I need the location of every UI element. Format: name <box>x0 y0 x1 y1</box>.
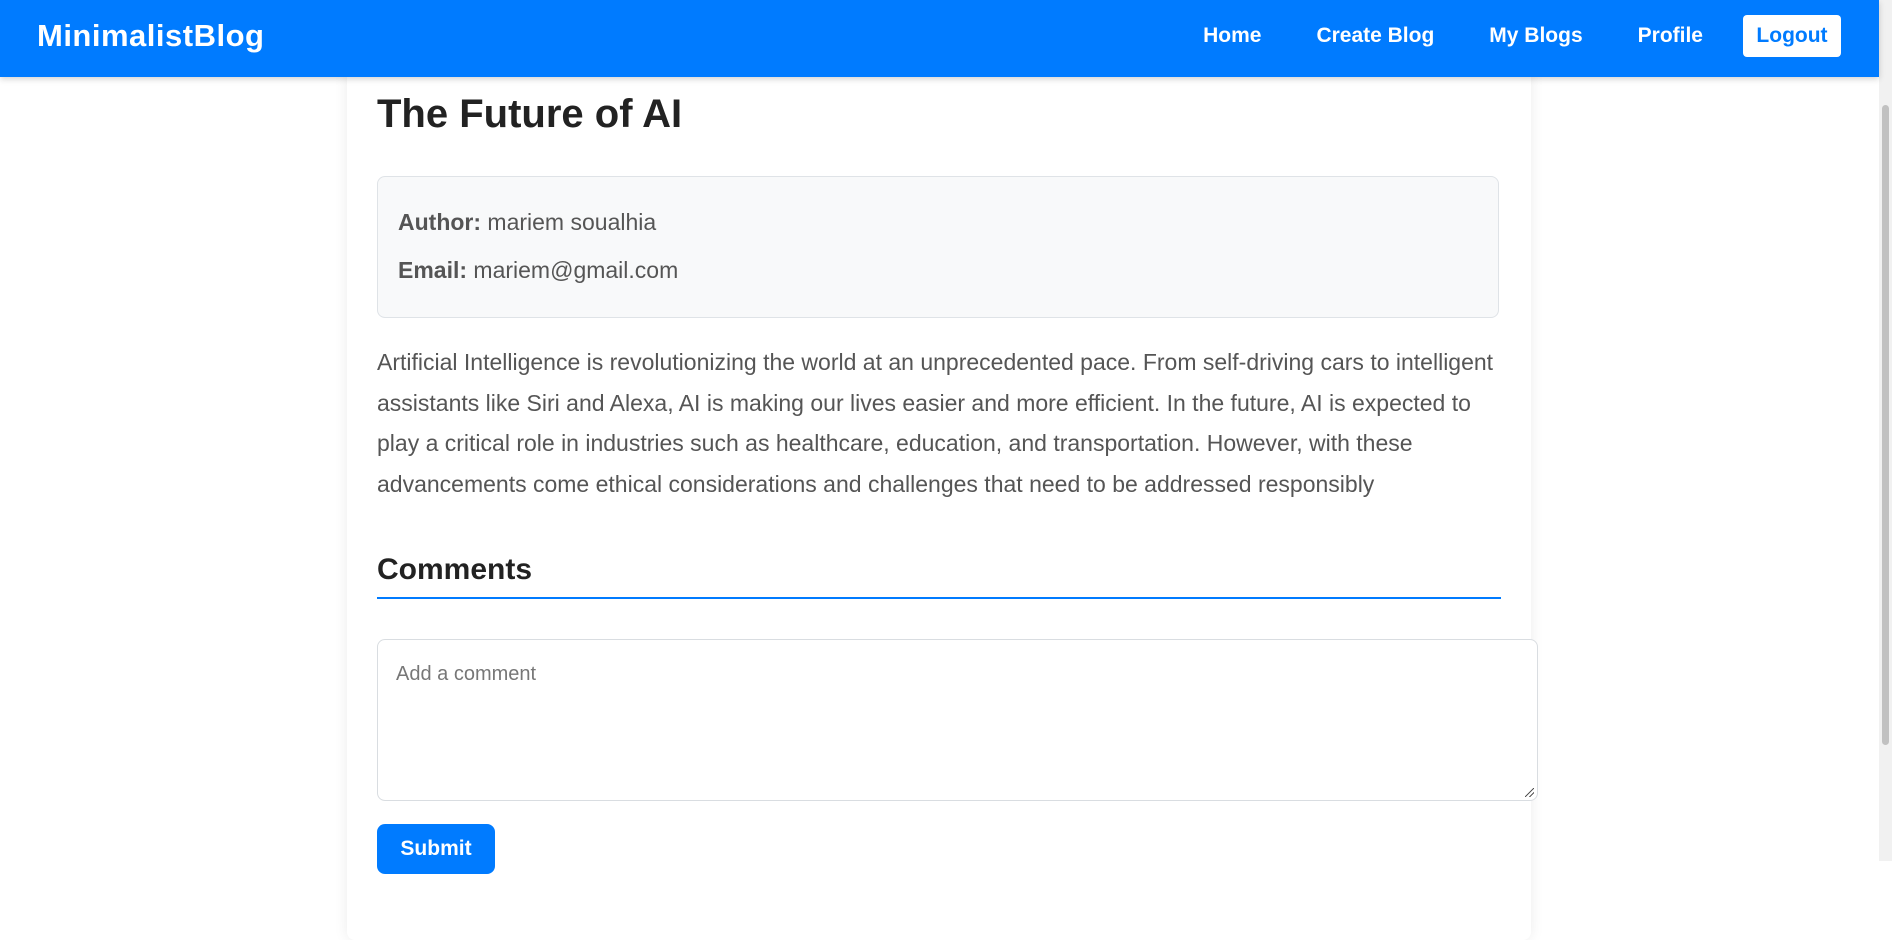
email-label: Email: <box>398 257 468 283</box>
author-email: mariem@gmail.com <box>473 257 679 283</box>
nav-link-create-blog[interactable]: Create Blog <box>1316 24 1434 48</box>
post-card: The Future of AI Author: mariem soualhia… <box>347 40 1538 940</box>
nav-link-profile[interactable]: Profile <box>1638 24 1703 48</box>
page-scrollbar[interactable] <box>1879 0 1892 861</box>
top-navbar: MinimalistBlog Home Create Blog My Blogs… <box>0 0 1879 77</box>
scrollbar-thumb[interactable] <box>1882 105 1889 745</box>
nav-links: Home Create Blog My Blogs Profile Logout <box>1148 15 1841 57</box>
post-content: Artificial Intelligence is revolutionizi… <box>377 349 1494 497</box>
author-label: Author: <box>398 209 482 235</box>
email-row: Email: mariem@gmail.com <box>398 257 678 284</box>
brand-logo[interactable]: MinimalistBlog <box>37 18 264 54</box>
nav-link-my-blogs[interactable]: My Blogs <box>1489 24 1582 48</box>
post-title: The Future of AI <box>377 92 683 136</box>
author-name: mariem soualhia <box>487 209 657 235</box>
author-row: Author: mariem soualhia <box>398 209 656 236</box>
comments-heading: Comments <box>377 553 1501 599</box>
comment-placeholder: Add a comment <box>396 663 537 685</box>
resize-handle-icon[interactable] <box>1525 788 1534 797</box>
author-info-box: Author: mariem soualhia Email: mariem@gm… <box>377 176 1499 318</box>
nav-link-home[interactable]: Home <box>1203 24 1261 48</box>
comment-textarea[interactable]: Add a comment <box>377 639 1538 801</box>
submit-comment-button[interactable]: Submit <box>377 824 495 874</box>
logout-button[interactable]: Logout <box>1743 15 1841 57</box>
